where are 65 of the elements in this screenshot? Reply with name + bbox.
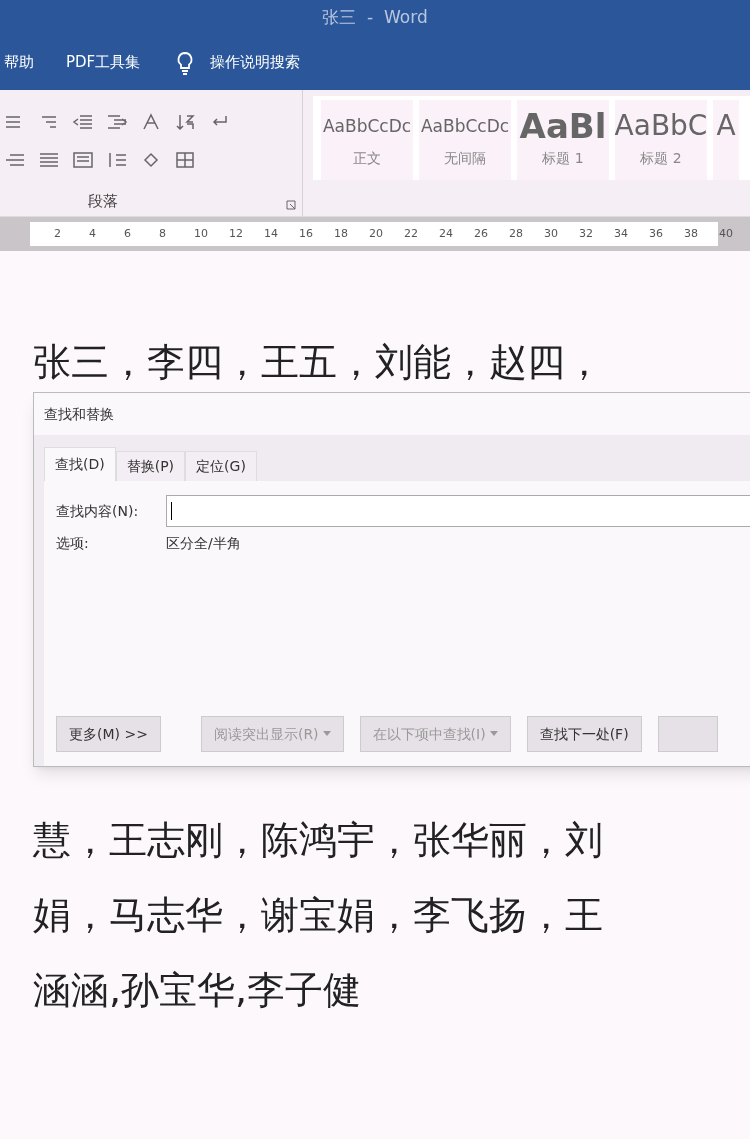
style-sample: AaBl [519, 108, 607, 144]
ruler-number: 6 [124, 225, 132, 242]
dialog-button[interactable]: 更多(M) >> [56, 716, 161, 752]
style-name: 无间隔 [444, 149, 486, 168]
search-label: 操作说明搜索 [210, 52, 301, 74]
caret-icon [322, 731, 331, 737]
ruler-number: 38 [684, 225, 699, 242]
find-label: 查找内容(N): [56, 501, 140, 521]
ruler-number: 4 [89, 225, 97, 242]
dialog-tab[interactable]: 查找(D) [44, 447, 116, 481]
increase-indent-icon[interactable] [106, 112, 128, 132]
style-item[interactable]: A [713, 100, 739, 180]
document-text-line: 涵涵,孙宝华,李子健 [33, 967, 363, 1014]
style-name: 标题 1 [542, 149, 584, 168]
decrease-indent-icon[interactable] [72, 112, 94, 132]
dialog-tab[interactable]: 定位(G) [185, 451, 257, 481]
style-sample: AaBbCcDc [322, 115, 412, 138]
character-icon[interactable] [140, 112, 162, 132]
style-sample: AaBbC [614, 108, 708, 144]
ruler-number: 14 [264, 225, 279, 242]
document-text-line: 慧，王志刚，陈鸿宇，张华丽，刘 [33, 817, 604, 864]
caret-icon [489, 731, 498, 737]
dialog-launcher-icon[interactable] [286, 200, 296, 210]
options-value: 区分全/半角 [166, 534, 241, 553]
ruler-number: 40 [719, 225, 734, 242]
ruler-number: 34 [614, 225, 629, 242]
ruler-number: 16 [299, 225, 314, 242]
lightbulb-icon [176, 50, 195, 75]
window-title: 张三 - Word [322, 5, 428, 29]
ruler-number: 10 [194, 225, 209, 242]
style-name: 标题 2 [640, 149, 682, 168]
style-item[interactable]: AaBbC 标题 2 [615, 100, 707, 180]
ruler-number: 22 [404, 225, 419, 242]
ruler-number: 36 [649, 225, 664, 242]
tell-me-search[interactable]: 操作说明搜索 [176, 50, 301, 75]
style-item[interactable]: AaBbCcDc 无间隔 [419, 100, 511, 180]
ruler-number: 32 [579, 225, 594, 242]
ruler-number: 12 [229, 225, 244, 242]
dialog-button[interactable]: 查找下一处(F) [526, 716, 642, 752]
document-text-line: 娟，马志华，谢宝娟，李飞扬，王 [33, 892, 604, 939]
ruler-number: 28 [509, 225, 524, 242]
menu-item[interactable]: PDF工具集 [66, 51, 141, 74]
dialog-tab[interactable]: 替换(P) [115, 451, 186, 481]
find-input-field[interactable] [166, 495, 750, 527]
style-sample: A [716, 108, 736, 144]
group-label: 段落 [88, 190, 118, 212]
ruler-number: 18 [334, 225, 349, 242]
ruler-number: 26 [474, 225, 489, 242]
ruler-number: 8 [159, 225, 167, 242]
style-item[interactable]: AaBl 标题 1 [517, 100, 609, 180]
menu-item[interactable]: 帮助 [4, 51, 34, 74]
ruler-number: 30 [544, 225, 559, 242]
options-label: 选项: [56, 534, 90, 553]
style-sample: AaBbCcDc [420, 115, 510, 138]
ruler-number: 20 [369, 225, 384, 242]
justify-icon[interactable] [38, 150, 60, 170]
ruler-number: 24 [439, 225, 454, 242]
document-text-line: 张三，李四，王五，刘能，赵四， [33, 339, 604, 386]
sort-icon[interactable] [174, 112, 196, 132]
borders-icon[interactable] [174, 150, 196, 170]
ruler-number: 2 [54, 225, 62, 242]
style-name: 正文 [353, 149, 381, 168]
dialog-title: 查找和替换 [44, 404, 114, 424]
line-spacing-icon[interactable] [106, 150, 128, 170]
style-item[interactable]: AaBbCcDc 正文 [321, 100, 413, 180]
